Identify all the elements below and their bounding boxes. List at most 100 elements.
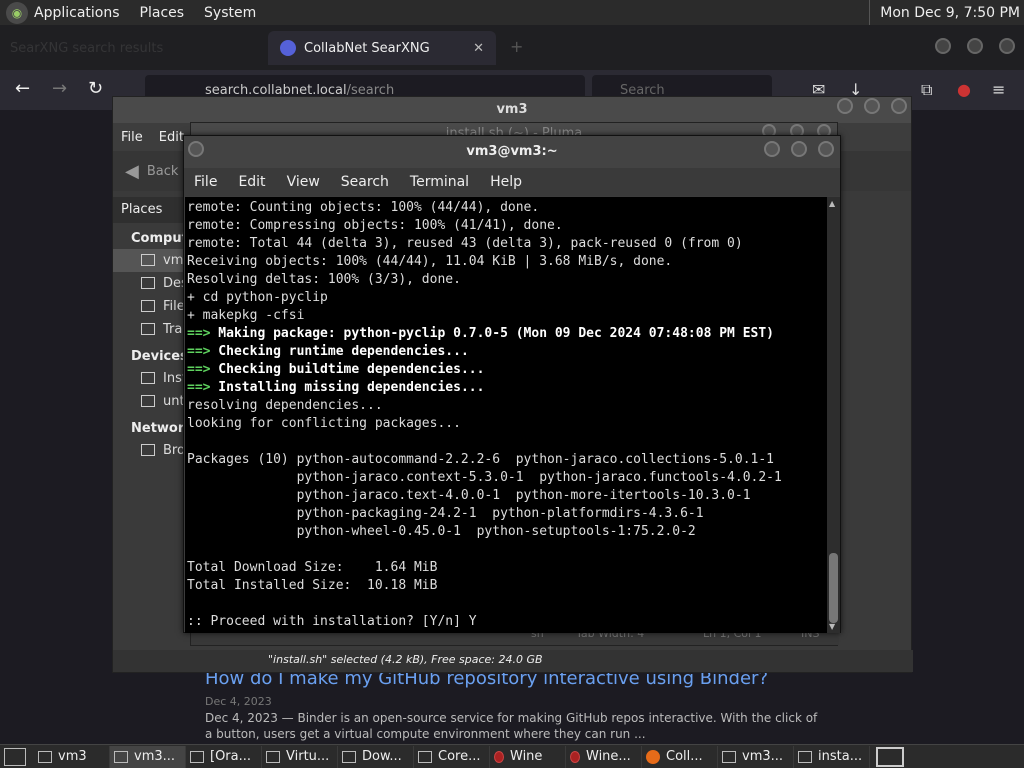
- taskbar-item[interactable]: vm3...: [718, 745, 794, 768]
- terminal-output[interactable]: remote: Counting objects: 100% (44/44), …: [185, 197, 828, 633]
- terminal-line: looking for conflicting packages...: [187, 415, 828, 433]
- terminal-line-text: python-jaraco.context-5.3.0-1 python-jar…: [187, 470, 782, 485]
- top-panel: ◉ Applications Places System Mon Dec 9, …: [0, 0, 1024, 25]
- clock[interactable]: Mon Dec 9, 7:50 PM: [869, 0, 1024, 25]
- show-desktop-icon[interactable]: [4, 747, 26, 766]
- drive-icon: [141, 395, 155, 407]
- terminal-minimize-button[interactable]: [764, 141, 780, 157]
- terminal-line: python-packaging-24.2-1 python-platformd…: [187, 505, 828, 523]
- taskbar-item[interactable]: Wine...: [566, 745, 642, 768]
- sidebar-section-computer: Computer: [131, 231, 193, 246]
- terminal-line-text: remote: Compressing objects: 100% (41/41…: [187, 218, 563, 233]
- terminal-arrow: ==>: [187, 362, 211, 377]
- back-button[interactable]: Back: [147, 164, 179, 179]
- taskbar-item[interactable]: insta...: [794, 745, 870, 768]
- window-icon: [266, 750, 280, 763]
- terminal-line: :: Proceed with installation? [Y/n] Y: [187, 613, 828, 631]
- sidebar-item-filesystem[interactable]: File System: [113, 295, 193, 318]
- browser-minimize-button[interactable]: [935, 38, 951, 54]
- menu-system[interactable]: System: [204, 5, 256, 21]
- term-menu-help[interactable]: Help: [490, 174, 522, 190]
- browser-tab-inactive[interactable]: SearXNG search results: [0, 31, 268, 65]
- term-menu-search[interactable]: Search: [341, 174, 389, 190]
- terminal-window: vm3@vm3:~ File Edit View Search Terminal…: [183, 135, 841, 633]
- terminal-line: remote: Total 44 (delta 3), reused 43 (d…: [187, 235, 828, 253]
- terminal-arrow: ==>: [187, 326, 211, 341]
- close-tab-icon[interactable]: ✕: [473, 41, 484, 56]
- taskbar-item[interactable]: Dow...: [338, 745, 414, 768]
- browser-close-button[interactable]: [999, 38, 1015, 54]
- terminal-icon: [114, 750, 128, 763]
- fm-maximize-button[interactable]: [864, 98, 880, 114]
- term-menu-view[interactable]: View: [287, 174, 320, 190]
- taskbar-item[interactable]: vm3...: [110, 745, 186, 768]
- terminal-line-text: Making package: python-pyclip 0.7.0-5 (M…: [210, 326, 775, 341]
- taskbar-item[interactable]: Virtu...: [262, 745, 338, 768]
- scroll-up-icon[interactable]: ▲: [829, 199, 835, 208]
- back-arrow-icon[interactable]: ◀: [125, 161, 139, 182]
- terminal-line-text: Installing missing dependencies...: [210, 380, 485, 395]
- browser-tab-active[interactable]: CollabNet SearXNG ✕: [268, 31, 496, 65]
- drive-icon: [141, 300, 155, 312]
- forward-arrow-icon[interactable]: →: [52, 78, 67, 99]
- places-dropdown[interactable]: Places: [113, 197, 193, 223]
- sidebar-item-install[interactable]: Install: [113, 367, 193, 390]
- taskbar-item-label: insta...: [818, 749, 863, 764]
- sidebar-item-trash[interactable]: Trash: [113, 318, 193, 341]
- fm-close-button[interactable]: [891, 98, 907, 114]
- terminal-scrollbar[interactable]: ▲ ▼: [827, 197, 840, 633]
- workspace-switcher[interactable]: [876, 746, 904, 767]
- taskbar-item[interactable]: Core...: [414, 745, 490, 768]
- fm-menu-edit[interactable]: Edit: [159, 130, 184, 145]
- new-tab-icon[interactable]: +: [510, 37, 523, 56]
- terminal-menubar: File Edit View Search Terminal Help: [184, 168, 840, 196]
- wine-icon: [570, 750, 580, 763]
- terminal-line: ==> Making package: python-pyclip 0.7.0-…: [187, 325, 828, 343]
- reload-icon[interactable]: ↻: [88, 78, 103, 99]
- hamburger-menu-icon[interactable]: ≡: [992, 80, 1005, 99]
- taskbar-item-label: vm3...: [742, 749, 784, 764]
- terminal-maximize-button[interactable]: [791, 141, 807, 157]
- window-icon: [190, 750, 204, 763]
- taskbar-item-label: Coll...: [666, 749, 703, 764]
- term-menu-terminal[interactable]: Terminal: [410, 174, 469, 190]
- taskbar-item[interactable]: Coll...: [642, 745, 718, 768]
- fm-menu-file[interactable]: File: [121, 130, 143, 145]
- wine-icon: [494, 750, 504, 763]
- terminal-menu-button[interactable]: [188, 141, 204, 157]
- sidebar-item-desktop[interactable]: Desktop: [113, 272, 193, 295]
- taskbar-item[interactable]: vm3: [34, 745, 110, 768]
- taskbar-item[interactable]: [Ora...: [186, 745, 262, 768]
- terminal-line: + cd python-pyclip: [187, 289, 828, 307]
- extension-icon[interactable]: ⧉: [921, 80, 932, 100]
- menu-applications[interactable]: Applications: [34, 5, 120, 21]
- taskbar-item-label: Dow...: [362, 749, 402, 764]
- ublock-icon[interactable]: ●: [957, 80, 971, 99]
- distro-logo-icon[interactable]: ◉: [6, 1, 28, 24]
- search-result: How do I make my GitHub repository inter…: [205, 668, 825, 742]
- terminal-line: Total Installed Size: 10.18 MiB: [187, 577, 828, 595]
- sidebar-item-untitled[interactable]: untitled: [113, 390, 193, 413]
- taskbar-item[interactable]: Wine: [490, 745, 566, 768]
- terminal-close-button[interactable]: [818, 141, 834, 157]
- scrollbar-thumb[interactable]: [829, 553, 838, 623]
- scroll-down-icon[interactable]: ▼: [829, 622, 835, 631]
- term-menu-edit[interactable]: Edit: [238, 174, 265, 190]
- term-menu-file[interactable]: File: [194, 174, 217, 190]
- taskbar-item-label: Virtu...: [286, 749, 330, 764]
- terminal-line: Total Download Size: 1.64 MiB: [187, 559, 828, 577]
- terminal-line: python-jaraco.text-4.0.0-1 python-more-i…: [187, 487, 828, 505]
- sidebar-section-devices: Devices: [131, 349, 188, 364]
- back-arrow-icon[interactable]: ←: [15, 78, 30, 99]
- file-manager-sidebar: Places Computer vm3 Desktop File System …: [113, 197, 193, 657]
- sidebar-item-vm3[interactable]: vm3: [113, 249, 193, 272]
- sidebar-item-browse-network[interactable]: Browse Network: [113, 439, 193, 462]
- home-folder-icon: [38, 750, 52, 763]
- fm-minimize-button[interactable]: [837, 98, 853, 114]
- tab-label: CollabNet SearXNG: [304, 40, 430, 56]
- terminal-line-text: Checking buildtime dependencies...: [210, 362, 485, 377]
- terminal-line-text: resolving dependencies...: [187, 398, 383, 413]
- browser-maximize-button[interactable]: [967, 38, 983, 54]
- menu-places[interactable]: Places: [140, 5, 185, 21]
